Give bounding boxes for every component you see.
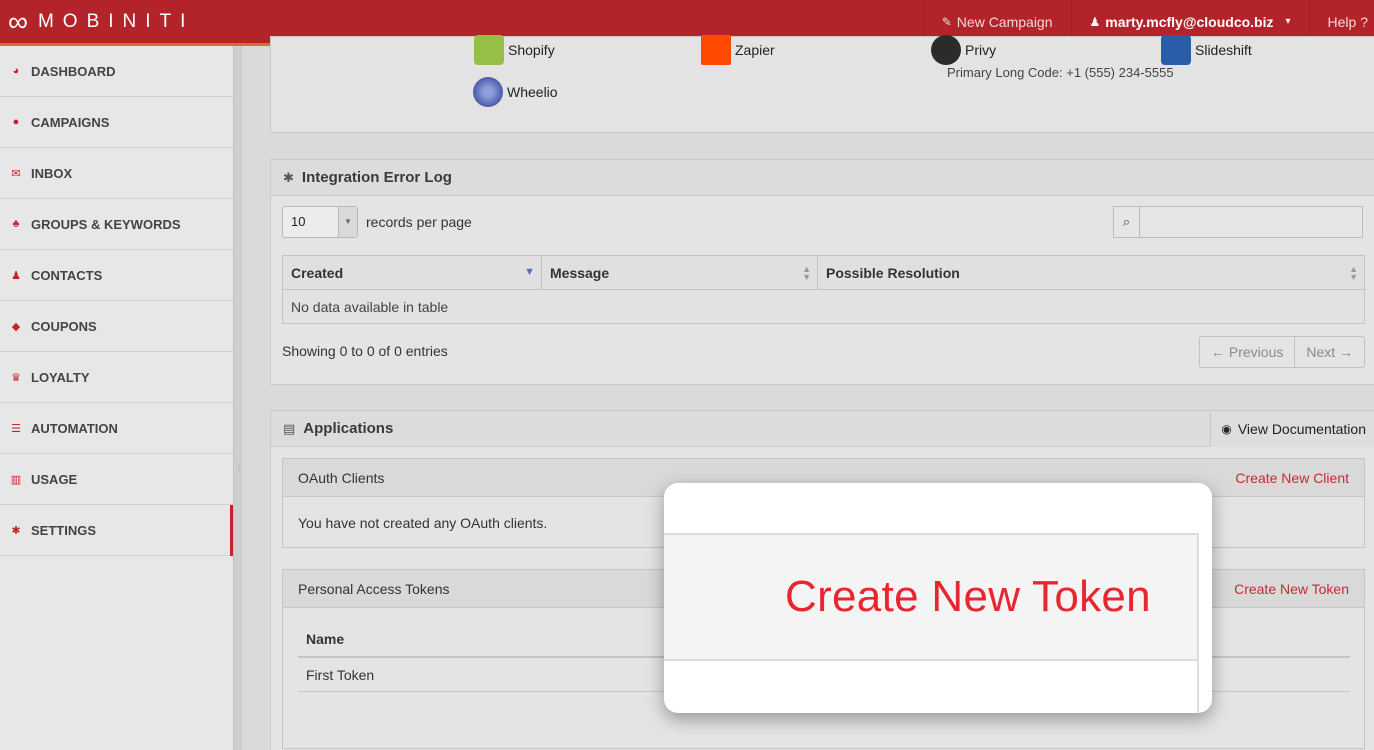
sidebar-item-label: DASHBOARD	[31, 63, 116, 79]
sidebar-item-label: LOYALTY	[31, 369, 90, 385]
chevron-down-icon: ▾	[1285, 16, 1291, 27]
chevron-down-icon: ▼	[338, 207, 357, 237]
sidebar-item-automation[interactable]: ☰ AUTOMATION	[0, 403, 233, 454]
oauth-empty-text: You have not created any OAuth clients.	[298, 515, 548, 531]
integration-wheelio[interactable]: Wheelio	[473, 77, 558, 107]
logo-text: MOBINITI	[37, 10, 195, 32]
sidebar-item-campaigns[interactable]: ● CAMPAIGNS	[0, 97, 233, 148]
new-campaign-label: New Campaign	[956, 13, 1053, 30]
integration-slideshift[interactable]: Slideshift	[1161, 35, 1252, 65]
integration-error-log-panel: ✱ Integration Error Log 10 ▼ records per…	[270, 159, 1374, 385]
sidebar-item-label: COUPONS	[31, 318, 97, 334]
next-button[interactable]: Next →	[1294, 337, 1364, 367]
sidebar-item-label: SETTINGS	[31, 522, 97, 538]
mobiniti-logo[interactable]: ∞ MOBINITI	[0, 0, 194, 43]
integration-label: Slideshift	[1195, 42, 1252, 58]
tag-icon: ◆	[11, 320, 21, 333]
create-new-client-link[interactable]: Create New Client	[1235, 470, 1349, 486]
gear-icon: ✱	[283, 169, 294, 185]
callout-button-area[interactable]: Create New Token	[664, 533, 1199, 661]
page-size-select[interactable]: 10 ▼	[282, 206, 358, 238]
dashboard-icon: ◕	[12, 65, 20, 77]
zoom-callout: Create New Token	[664, 483, 1212, 713]
sidebar-item-label: USAGE	[31, 471, 78, 487]
column-label: Created	[291, 264, 344, 281]
panel-title: Applications	[303, 420, 394, 437]
sort-icon: ▲ ▼	[802, 264, 811, 282]
user-email: marty.mcfly@cloudco.biz	[1105, 13, 1274, 30]
sidebar-item-label: CONTACTS	[31, 267, 103, 283]
integration-label: Wheelio	[507, 84, 558, 100]
column-label: Message	[550, 264, 610, 281]
window-icon: ▤	[283, 420, 296, 436]
trophy-icon: ♛	[11, 371, 21, 384]
edit-icon: ✎	[941, 14, 952, 29]
bar-chart-icon: ▥	[10, 473, 22, 486]
button-label: View Documentation	[1237, 421, 1366, 437]
shopify-logo-icon	[474, 35, 504, 65]
subpanel-title: OAuth Clients	[298, 469, 385, 486]
sidebar-item-dashboard[interactable]: ◕ DASHBOARD	[0, 46, 233, 97]
zapier-logo-icon	[701, 35, 731, 65]
pagination: ← Previous Next →	[1199, 336, 1366, 368]
sidebar: ◕ DASHBOARD ● CAMPAIGNS ✉ INBOX ♣ GROUPS & K…	[0, 46, 233, 750]
help-label: Help ?	[1327, 13, 1368, 30]
panel-header: ▤ Applications	[271, 411, 1374, 447]
error-log-table: Created ▼ Message ▲ ▼ Possible Resolution ▲ ▼…	[282, 255, 1365, 324]
privy-logo-icon	[931, 35, 961, 65]
records-per-page-label: records per page	[366, 214, 472, 230]
primary-long-code: Primary Long Code: +1 (555) 234-5555	[947, 65, 1174, 80]
integration-privy[interactable]: Privy	[931, 35, 996, 65]
integration-shopify[interactable]: Shopify	[474, 35, 555, 65]
sidebar-item-label: CAMPAIGNS	[31, 114, 110, 130]
column-header-created[interactable]: Created ▼	[282, 255, 542, 290]
integration-label: Shopify	[508, 42, 555, 58]
table-info: Showing 0 to 0 of 0 entries	[282, 343, 448, 359]
list-icon: ☰	[11, 422, 21, 435]
column-label: Possible Resolution	[826, 264, 960, 281]
sidebar-item-label: GROUPS & KEYWORDS	[31, 216, 181, 232]
eye-icon: ◉	[1221, 422, 1232, 436]
create-new-token-link[interactable]: Create New Token	[1234, 581, 1349, 597]
sidebar-item-groups-keywords[interactable]: ♣ GROUPS & KEYWORDS	[0, 199, 233, 250]
sidebar-item-settings[interactable]: ✱ SETTINGS	[0, 505, 233, 556]
sidebar-item-contacts[interactable]: ♟ CONTACTS	[0, 250, 233, 301]
panel-title: Integration Error Log	[301, 169, 452, 186]
integration-label: Privy	[965, 42, 997, 58]
subpanel-title: Personal Access Tokens	[298, 580, 450, 597]
integration-label: Zapier	[735, 42, 775, 58]
sort-icon: ▲ ▼	[1349, 264, 1358, 282]
infinity-logo-icon: ∞	[8, 5, 28, 37]
callout-create-new-token: Create New Token	[785, 572, 1151, 621]
person-icon: ♟	[1089, 14, 1101, 29]
users-icon: ♣	[12, 218, 20, 230]
search-box: ⌕	[1113, 206, 1363, 238]
sort-desc-icon: ▼	[524, 266, 535, 278]
column-header-message[interactable]: Message ▲ ▼	[541, 255, 818, 290]
comment-icon: ●	[12, 116, 20, 128]
sidebar-item-label: INBOX	[31, 165, 73, 181]
wheelio-logo-icon	[473, 77, 503, 107]
user-icon: ♟	[11, 269, 21, 282]
page-size-value: 10	[291, 214, 306, 229]
sidebar-item-coupons[interactable]: ◆ COUPONS	[0, 301, 233, 352]
envelope-icon: ✉	[11, 167, 21, 180]
sidebar-item-label: AUTOMATION	[31, 420, 118, 436]
view-documentation-button[interactable]: ◉ View Documentation	[1210, 411, 1374, 447]
sidebar-resize-handle[interactable]	[233, 46, 241, 750]
slideshift-logo-icon	[1161, 35, 1191, 65]
previous-button[interactable]: ← Previous	[1200, 337, 1294, 367]
search-input[interactable]	[1140, 207, 1362, 237]
sidebar-item-inbox[interactable]: ✉ INBOX	[0, 148, 233, 199]
empty-table-message: No data available in table	[282, 289, 1365, 324]
gear-icon: ✱	[11, 524, 21, 537]
callout-divider	[1197, 659, 1199, 713]
integrations-panel: Shopify Zapier Privy Slideshift Primary …	[270, 35, 1374, 133]
sidebar-item-usage[interactable]: ▥ USAGE	[0, 454, 233, 505]
search-icon[interactable]: ⌕	[1114, 207, 1140, 237]
panel-header: ✱ Integration Error Log	[271, 160, 1374, 196]
sidebar-item-loyalty[interactable]: ♛ LOYALTY	[0, 352, 233, 403]
integration-zapier[interactable]: Zapier	[701, 35, 775, 65]
column-header-possible-resolution[interactable]: Possible Resolution ▲ ▼	[817, 255, 1365, 290]
